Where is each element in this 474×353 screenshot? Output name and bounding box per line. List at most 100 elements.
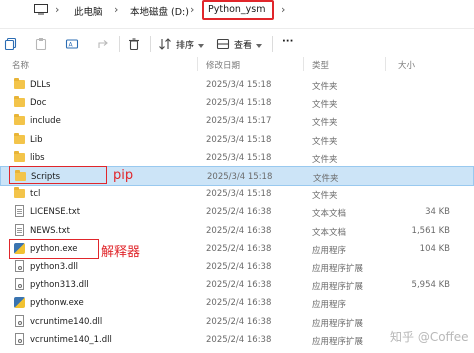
file-date: 2025/2/4 16:38: [206, 280, 272, 291]
text-file-icon: [15, 205, 24, 218]
file-type: 文件夹: [312, 136, 338, 147]
file-type: 应用程序扩展: [312, 318, 364, 329]
dll-file-icon: [15, 314, 24, 327]
file-row[interactable]: Lib 2025/3/4 15:18 文件夹: [0, 130, 474, 150]
file-name: pythonw.exe: [30, 298, 84, 309]
file-date: 2025/3/4 15:17: [206, 116, 272, 127]
file-name: vcruntime140.dll: [30, 316, 103, 327]
folder-icon: [14, 132, 25, 144]
file-type: 文件夹: [312, 118, 338, 129]
rename-icon[interactable]: A: [65, 37, 79, 51]
chevron-down-icon: [256, 43, 263, 48]
folder-icon: [14, 96, 25, 108]
file-date: 2025/3/4 15:18: [206, 98, 272, 109]
file-row[interactable]: NEWS.txt 2025/2/4 16:38 文本文档 1,561 KB: [0, 221, 474, 241]
file-row[interactable]: python313.dll 2025/2/4 16:38 应用程序扩展 5,954 K…: [0, 275, 474, 295]
copy-icon[interactable]: [4, 37, 18, 51]
sort-button[interactable]: 排序: [176, 38, 205, 51]
file-date: 2025/3/4 15:18: [206, 152, 272, 163]
file-type: 文件夹: [312, 191, 338, 202]
file-size: 104 KB: [419, 243, 450, 254]
file-name: include: [30, 116, 61, 127]
column-type-header[interactable]: 类型: [312, 59, 329, 71]
view-button[interactable]: 查看: [234, 38, 263, 51]
file-type: 应用程序扩展: [312, 336, 364, 347]
file-type: 文件夹: [312, 100, 338, 111]
file-name: NEWS.txt: [30, 225, 70, 236]
file-date: 2025/2/4 16:38: [206, 334, 272, 345]
sort-label: 排序: [176, 41, 195, 51]
file-size: 1,561 KB: [411, 225, 450, 236]
file-type: 应用程序扩展: [312, 264, 364, 274]
file-date: 2025/2/4 16:38: [206, 316, 272, 327]
more-options-button[interactable]: ···: [282, 36, 293, 47]
file-name: tcl: [30, 189, 41, 200]
monitor-icon: [34, 4, 48, 15]
column-divider[interactable]: [385, 57, 386, 71]
file-type: 文件夹: [312, 82, 338, 92]
file-name: LICENSE.txt: [30, 207, 81, 218]
chevron-down-icon: [198, 43, 205, 48]
file-type: 文本文档: [312, 209, 347, 220]
file-type: 文件夹: [312, 154, 338, 165]
file-type: 文本文档: [312, 227, 347, 238]
file-row[interactable]: include 2025/3/4 15:17 文件夹: [0, 111, 474, 131]
interpreter-annotation: 解释器: [101, 245, 141, 260]
toolbar-divider: [119, 36, 120, 52]
file-date: 2025/3/4 15:18: [206, 80, 272, 90]
file-size: 5,954 KB: [411, 280, 450, 291]
file-name: DLLs: [30, 80, 51, 90]
file-name: Lib: [30, 134, 43, 145]
file-type: 文件夹: [313, 174, 339, 184]
file-row[interactable]: pythonw.exe 2025/2/4 16:38 应用程序: [0, 293, 474, 313]
file-date: 2025/2/4 16:38: [206, 207, 272, 218]
file-row[interactable]: Doc 2025/3/4 15:18 文件夹: [0, 93, 474, 113]
column-size-header[interactable]: 大小: [398, 59, 415, 71]
breadcrumb-this-pc[interactable]: 此电脑: [74, 4, 103, 18]
text-file-icon: [15, 223, 24, 236]
column-date-header[interactable]: 修改日期: [206, 59, 240, 71]
file-date: 2025/3/4 15:18: [207, 172, 273, 182]
folder-icon: [14, 150, 25, 162]
file-date: 2025/2/4 16:38: [206, 298, 272, 309]
file-date: 2025/3/4 15:18: [206, 189, 272, 200]
file-date: 2025/2/4 16:38: [206, 225, 272, 236]
sort-icon[interactable]: [158, 37, 172, 51]
file-row[interactable]: libs 2025/3/4 15:18 文件夹: [0, 148, 474, 168]
file-row[interactable]: LICENSE.txt 2025/2/4 16:38 文本文档 34 KB: [0, 202, 474, 222]
address-bar[interactable]: › 此电脑 › 本地磁盘 (D:) › Python_ysm ›: [0, 0, 474, 26]
folder-icon: [14, 187, 25, 199]
file-name: python313.dll: [30, 280, 89, 291]
column-name-header[interactable]: 名称: [12, 59, 29, 71]
dll-file-icon: [15, 278, 24, 291]
column-divider[interactable]: [197, 57, 198, 71]
dll-file-icon: [15, 332, 24, 345]
paste-icon[interactable]: [34, 37, 48, 51]
file-name: Doc: [30, 98, 47, 109]
file-name: vcruntime140_1.dll: [30, 334, 112, 345]
file-date: 2025/2/4 16:38: [206, 262, 272, 272]
column-divider[interactable]: [303, 57, 304, 71]
python-icon: [14, 297, 25, 309]
breadcrumb-local-disk[interactable]: 本地磁盘 (D:): [130, 4, 189, 18]
file-type: 应用程序: [312, 245, 347, 256]
file-date: 2025/3/4 15:18: [206, 134, 272, 145]
file-size: 34 KB: [425, 207, 450, 218]
toolbar-divider: [150, 36, 151, 52]
file-row[interactable]: python3.dll 2025/2/4 16:38 应用程序扩展: [0, 257, 474, 277]
file-row[interactable]: tcl 2025/3/4 15:18 文件夹: [0, 184, 474, 204]
file-row[interactable]: DLLs 2025/3/4 15:18 文件夹: [0, 75, 474, 95]
view-icon[interactable]: [216, 37, 230, 51]
interpreter-highlight-box: [9, 239, 99, 259]
chevron-right-icon[interactable]: ›: [281, 3, 285, 16]
pip-highlight-box: [9, 166, 107, 184]
pip-annotation: pip: [113, 168, 134, 183]
chevron-right-icon: ›: [190, 3, 195, 16]
delete-icon[interactable]: [127, 37, 141, 51]
chevron-right-icon: ›: [55, 3, 60, 16]
file-name: libs: [30, 152, 45, 163]
view-label: 查看: [234, 41, 253, 51]
folder-icon: [14, 114, 25, 126]
share-icon[interactable]: [96, 37, 110, 51]
breadcrumb-highlight-box: [202, 0, 274, 20]
